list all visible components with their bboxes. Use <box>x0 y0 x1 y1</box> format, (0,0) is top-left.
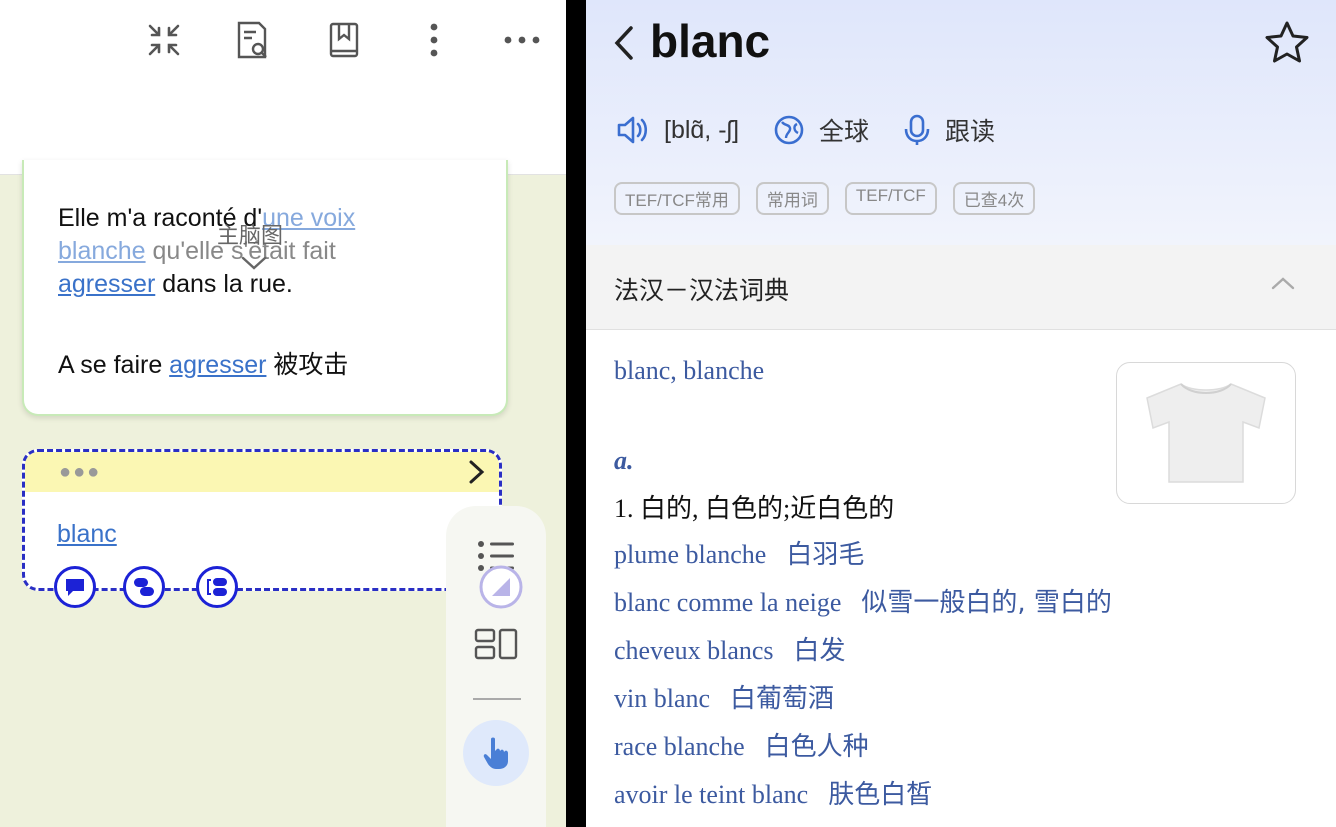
word-card[interactable]: ●●● blanc <box>22 449 502 591</box>
dictionary-pane: blanc [blɑ̃, -ʃ] 全球 跟读 TEF/TCF常用 常用词 TEF… <box>586 0 1336 827</box>
example-zh: 白色人种 <box>764 732 869 762</box>
pronunciation-row: [blɑ̃, -ʃ] 全球 跟读 <box>616 110 1029 150</box>
tshirt-image[interactable] <box>1116 362 1296 504</box>
word-header: blanc [blɑ̃, -ʃ] 全球 跟读 TEF/TCF常用 常用词 TEF… <box>586 0 1336 245</box>
example-fr: plume blanche <box>614 540 767 569</box>
example-row[interactable]: race blanche 白色人种 <box>614 726 869 763</box>
note-translation: A se faire agresser 被攻击 <box>58 345 348 381</box>
dictionary-section-header[interactable]: 法汉－汉法词典 <box>586 245 1336 330</box>
tag-lookup-count: 已查4次 <box>952 182 1036 215</box>
headword: blanc, blanche <box>614 356 765 385</box>
example-row[interactable]: avoir le teint blanc 肤色白皙 <box>614 774 932 811</box>
pronunciation-text: [blɑ̃, -ʃ] <box>664 115 740 144</box>
read-along-button[interactable]: 跟读 <box>903 112 995 148</box>
note-text: Elle m'a raconté d'une voix blanche qu'e… <box>58 202 478 301</box>
tag-tef-tcf: TEF/TCF <box>844 182 937 215</box>
word-card-header: ●●● <box>25 452 499 492</box>
translation-prefix: A se faire <box>58 351 170 379</box>
back-chevron-icon[interactable] <box>612 24 636 67</box>
bookmark-book-icon[interactable] <box>324 20 364 60</box>
panel-divider <box>473 698 521 700</box>
card-link-icon[interactable] <box>196 566 238 608</box>
document-search-icon[interactable] <box>232 20 272 60</box>
word-tags: TEF/TCF常用 常用词 TEF/TCF 已查4次 <box>614 182 1051 215</box>
note-link-agresser[interactable]: agresser <box>58 270 155 298</box>
link-node-icon[interactable] <box>123 566 165 608</box>
notes-toolbar <box>0 0 566 175</box>
example-row[interactable]: blanc comme la neige 似雪一般白的, 雪白的 <box>614 582 1112 619</box>
note-link-blanche[interactable]: blanche <box>58 237 146 265</box>
chevron-right-icon[interactable] <box>467 458 487 491</box>
pronounce-button[interactable]: [blɑ̃, -ʃ] <box>616 114 739 146</box>
example-zh: 白羽毛 <box>786 540 865 570</box>
layout-icon[interactable] <box>474 628 518 660</box>
mindmap-label[interactable]: 主脑图 <box>217 218 283 250</box>
example-fr: cheveux blancs <box>614 636 774 665</box>
example-fr: vin blanc <box>614 684 711 713</box>
pointer-hand-icon[interactable] <box>463 720 529 786</box>
region-button[interactable]: 全球 <box>773 112 869 148</box>
more-horizontal-icon[interactable] <box>502 20 542 60</box>
star-icon[interactable] <box>1264 20 1310 69</box>
chevron-down-icon[interactable] <box>240 255 268 276</box>
part-of-speech: a. <box>614 446 634 475</box>
note-card[interactable]: Elle m'a raconté d'une voix blanche qu'e… <box>22 160 508 416</box>
read-along-label: 跟读 <box>945 118 996 146</box>
example-row[interactable]: plume blanche 白羽毛 <box>614 534 864 571</box>
notes-pane: Elle m'a raconté d'une voix blanche qu'e… <box>0 0 566 827</box>
tag-tef-tcf-common: TEF/TCF常用 <box>614 182 740 215</box>
example-row[interactable]: cheveux blancs 白发 <box>614 630 846 667</box>
translation-link-agresser[interactable]: agresser <box>169 351 266 379</box>
chevron-up-icon[interactable] <box>1270 275 1296 296</box>
style-toggle-icon[interactable] <box>478 564 524 610</box>
split-divider[interactable] <box>566 0 586 827</box>
example-fr: blanc comme la neige <box>614 588 842 617</box>
example-zh: 白发 <box>793 636 846 666</box>
example-zh: 似雪一般白的, 雪白的 <box>861 588 1112 618</box>
example-row[interactable]: vin blanc 白葡萄酒 <box>614 678 834 715</box>
more-dots-icon[interactable]: ●●● <box>59 461 101 484</box>
note-line3-text: dans la rue. <box>155 270 293 298</box>
collapse-icon[interactable] <box>144 20 184 60</box>
example-fr: race blanche <box>614 732 745 761</box>
word-card-link[interactable]: blanc <box>57 520 117 549</box>
comment-icon[interactable] <box>54 566 96 608</box>
translation-suffix: 被攻击 <box>266 351 349 379</box>
dictionary-title: 法汉－汉法词典 <box>614 277 790 305</box>
region-label: 全球 <box>819 118 870 146</box>
word-title: blanc <box>650 15 771 67</box>
example-zh: 肤色白皙 <box>828 780 933 810</box>
more-vertical-icon[interactable] <box>414 20 454 60</box>
definition-1: 1. 白的, 白色的;近白色的 <box>614 494 895 523</box>
tag-common-word: 常用词 <box>755 182 829 215</box>
example-zh: 白葡萄酒 <box>730 684 835 714</box>
example-fr: avoir le teint blanc <box>614 780 809 809</box>
